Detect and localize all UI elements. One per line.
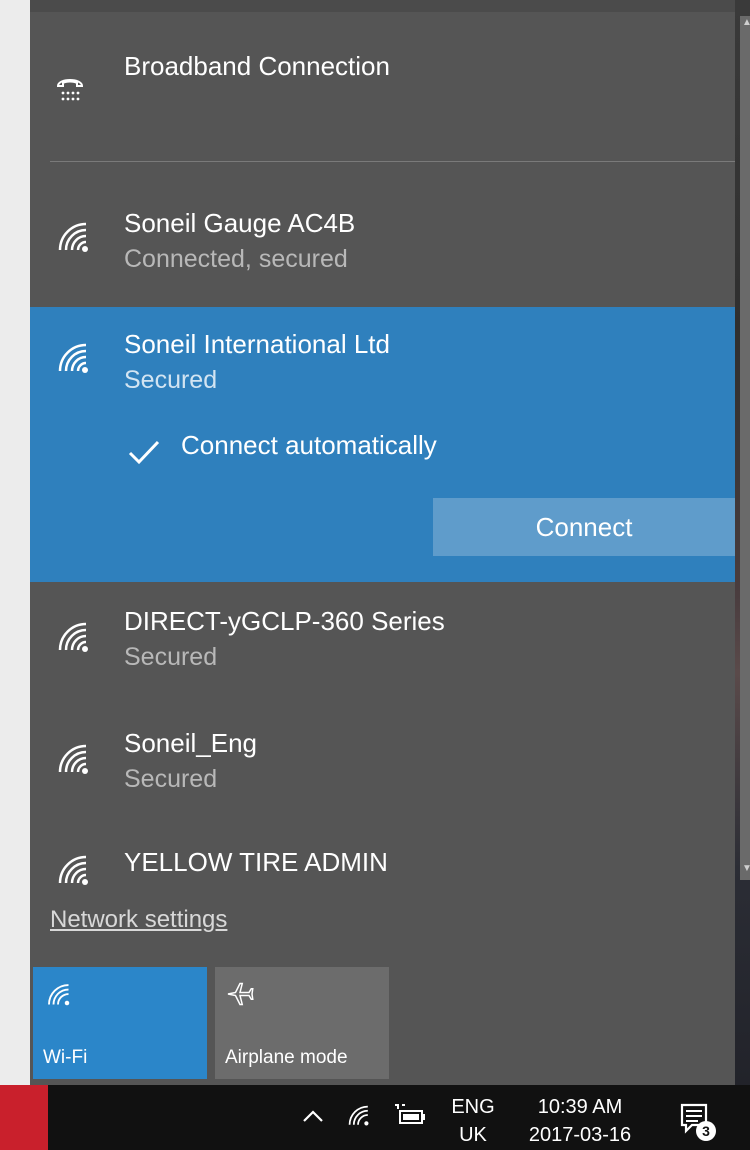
language-code: ENG [451, 1096, 495, 1118]
scroll-up-arrow[interactable]: ▲ [740, 16, 750, 30]
network-item-soneil-international[interactable]: Soneil International Ltd Secured Connect… [30, 307, 735, 582]
network-name: DIRECT-yGCLP-360 Series [124, 606, 445, 636]
language-region: UK [459, 1124, 487, 1146]
network-status: Secured [124, 643, 218, 671]
network-status: Secured [124, 765, 218, 793]
network-item-direct-ygclp[interactable]: DIRECT-yGCLP-360 Series Secured [30, 590, 735, 700]
input-language-indicator[interactable]: ENG UK [448, 1093, 498, 1149]
network-settings-link[interactable]: Network settings [50, 906, 227, 934]
taskbar-clock[interactable]: 10:39 AM 2017-03-16 [520, 1093, 640, 1149]
wifi-signal-icon [58, 744, 88, 774]
taskbar: ENG UK 10:39 AM 2017-03-16 3 [0, 1085, 750, 1150]
network-flyout: ▲ ▼ Broadband Connection Soneil Gauge AC… [30, 0, 750, 1085]
scroll-down-arrow[interactable]: ▼ [740, 862, 750, 876]
network-name: Soneil International Ltd [124, 329, 390, 359]
chevron-up-icon[interactable] [300, 1103, 326, 1129]
wifi-signal-icon [58, 343, 88, 373]
network-name: YELLOW TIRE ADMIN [124, 847, 388, 877]
wifi-signal-icon [58, 222, 88, 252]
network-name: Broadband Connection [124, 51, 390, 81]
wifi-signal-icon [58, 855, 88, 885]
pinned-app-icon[interactable] [0, 1085, 48, 1150]
connect-automatically-label[interactable]: Connect automatically [181, 430, 437, 461]
network-name: Soneil Gauge AC4B [124, 208, 356, 238]
tile-label: Airplane mode [225, 1047, 348, 1068]
dialup-phone-icon [56, 79, 84, 101]
connect-button[interactable]: Connect [433, 498, 735, 556]
airplane-mode-quick-action-tile[interactable]: Airplane mode [215, 967, 389, 1079]
tile-label: Wi-Fi [43, 1047, 88, 1068]
notification-count-badge: 3 [696, 1121, 716, 1141]
desktop-background-left [0, 0, 30, 1085]
wifi-icon[interactable] [344, 1101, 372, 1129]
network-item-soneil-eng[interactable]: Soneil_Eng Secured [30, 712, 735, 822]
connect-automatically-checkbox[interactable] [124, 433, 164, 473]
section-divider [50, 161, 735, 162]
flyout-top-edge [30, 0, 735, 12]
clock-time: 10:39 AM [537, 1096, 623, 1118]
flyout-scrollbar[interactable] [740, 16, 750, 880]
network-status: Connected, secured [124, 245, 348, 273]
airplane-icon [227, 982, 254, 1006]
battery-charging-icon[interactable] [392, 1101, 428, 1129]
network-item-soneil-gauge[interactable]: Soneil Gauge AC4B Connected, secured [30, 190, 735, 300]
wifi-signal-icon [58, 622, 88, 652]
network-item-broadband[interactable]: Broadband Connection [30, 30, 735, 140]
network-status: Secured [124, 366, 218, 394]
network-name: Soneil_Eng [124, 728, 257, 758]
network-item-yellow-tire[interactable]: YELLOW TIRE ADMIN [30, 835, 735, 885]
wifi-icon [48, 984, 70, 1006]
clock-date: 2017-03-16 [528, 1124, 632, 1146]
wifi-quick-action-tile[interactable]: Wi-Fi [33, 967, 207, 1079]
